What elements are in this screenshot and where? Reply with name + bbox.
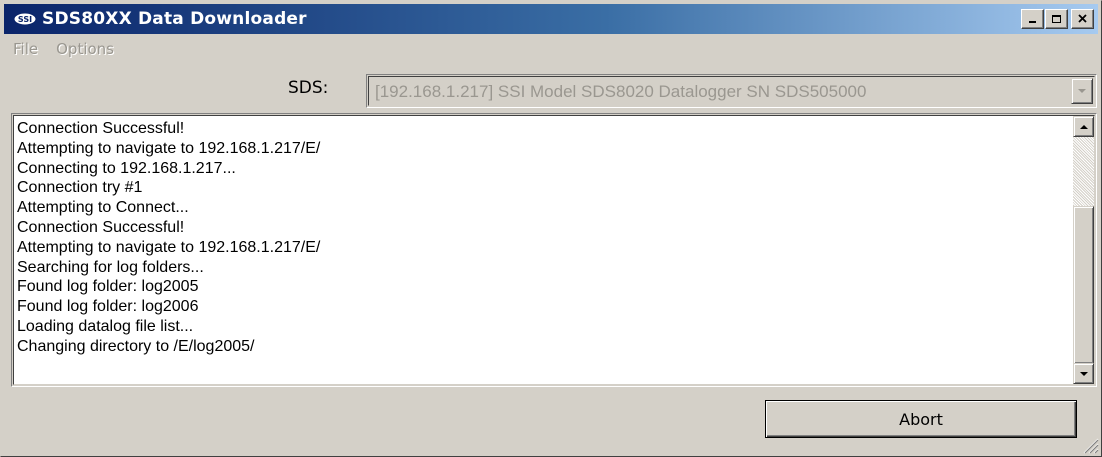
close-icon <box>1077 14 1087 23</box>
maximize-icon <box>1051 15 1061 23</box>
log-line: Found log folder: log2006 <box>17 298 199 316</box>
log-line: Connection Successful! <box>17 218 185 236</box>
arrow-up-icon <box>1079 124 1088 129</box>
menu-bar: File Options <box>4 37 123 61</box>
arrow-down-icon <box>1079 371 1088 376</box>
chevron-down-icon <box>1078 89 1086 93</box>
log-line: Attempting to navigate to 192.168.1.217/… <box>17 139 321 157</box>
log-lines: Connection Successful! Attempting to nav… <box>17 119 1070 357</box>
window-controls <box>1020 9 1094 29</box>
dropdown-button[interactable] <box>1071 78 1093 104</box>
window-title: SDS80XX Data Downloader <box>42 9 307 29</box>
sds-label: SDS: <box>288 78 329 98</box>
maximize-button[interactable] <box>1045 9 1068 29</box>
menu-options[interactable]: Options <box>47 38 123 60</box>
log-line: Connection try #1 <box>17 179 143 197</box>
sds-selected-value: [192.168.1.217] SSI Model SDS8020 Datalo… <box>375 82 867 101</box>
minimize-button[interactable] <box>1021 9 1044 29</box>
vertical-scrollbar[interactable] <box>1073 116 1094 384</box>
log-line: Searching for log folders... <box>17 258 204 276</box>
log-line: Attempting to navigate to 192.168.1.217/… <box>17 238 321 256</box>
title-bar[interactable]: SSI SDS80XX Data Downloader <box>4 4 1098 34</box>
minimize-icon <box>1028 21 1036 23</box>
scroll-up-button[interactable] <box>1073 116 1094 137</box>
abort-button[interactable]: Abort <box>765 400 1077 438</box>
close-button[interactable] <box>1071 9 1094 29</box>
ssi-logo-icon: SSI <box>12 11 38 27</box>
log-line: Found log folder: log2005 <box>17 278 199 296</box>
log-line: Changing directory to /E/log2005/ <box>17 337 255 355</box>
log-line: Connecting to 192.168.1.217... <box>17 159 236 177</box>
menu-file[interactable]: File <box>4 38 47 60</box>
log-line: Attempting to Connect... <box>17 199 189 217</box>
sds-select[interactable]: [192.168.1.217] SSI Model SDS8020 Datalo… <box>366 74 1097 108</box>
scroll-down-button[interactable] <box>1073 363 1094 384</box>
resize-grip-icon[interactable] <box>1081 436 1099 454</box>
app-window: SSI SDS80XX Data Downloader File Options… <box>0 0 1102 457</box>
scroll-thumb[interactable] <box>1073 206 1094 364</box>
log-line: Connection Successful! <box>17 120 185 137</box>
log-line: Loading datalog file list... <box>17 317 194 335</box>
log-output[interactable]: Connection Successful! Attempting to nav… <box>11 113 1097 387</box>
svg-text:SSI: SSI <box>18 15 32 24</box>
